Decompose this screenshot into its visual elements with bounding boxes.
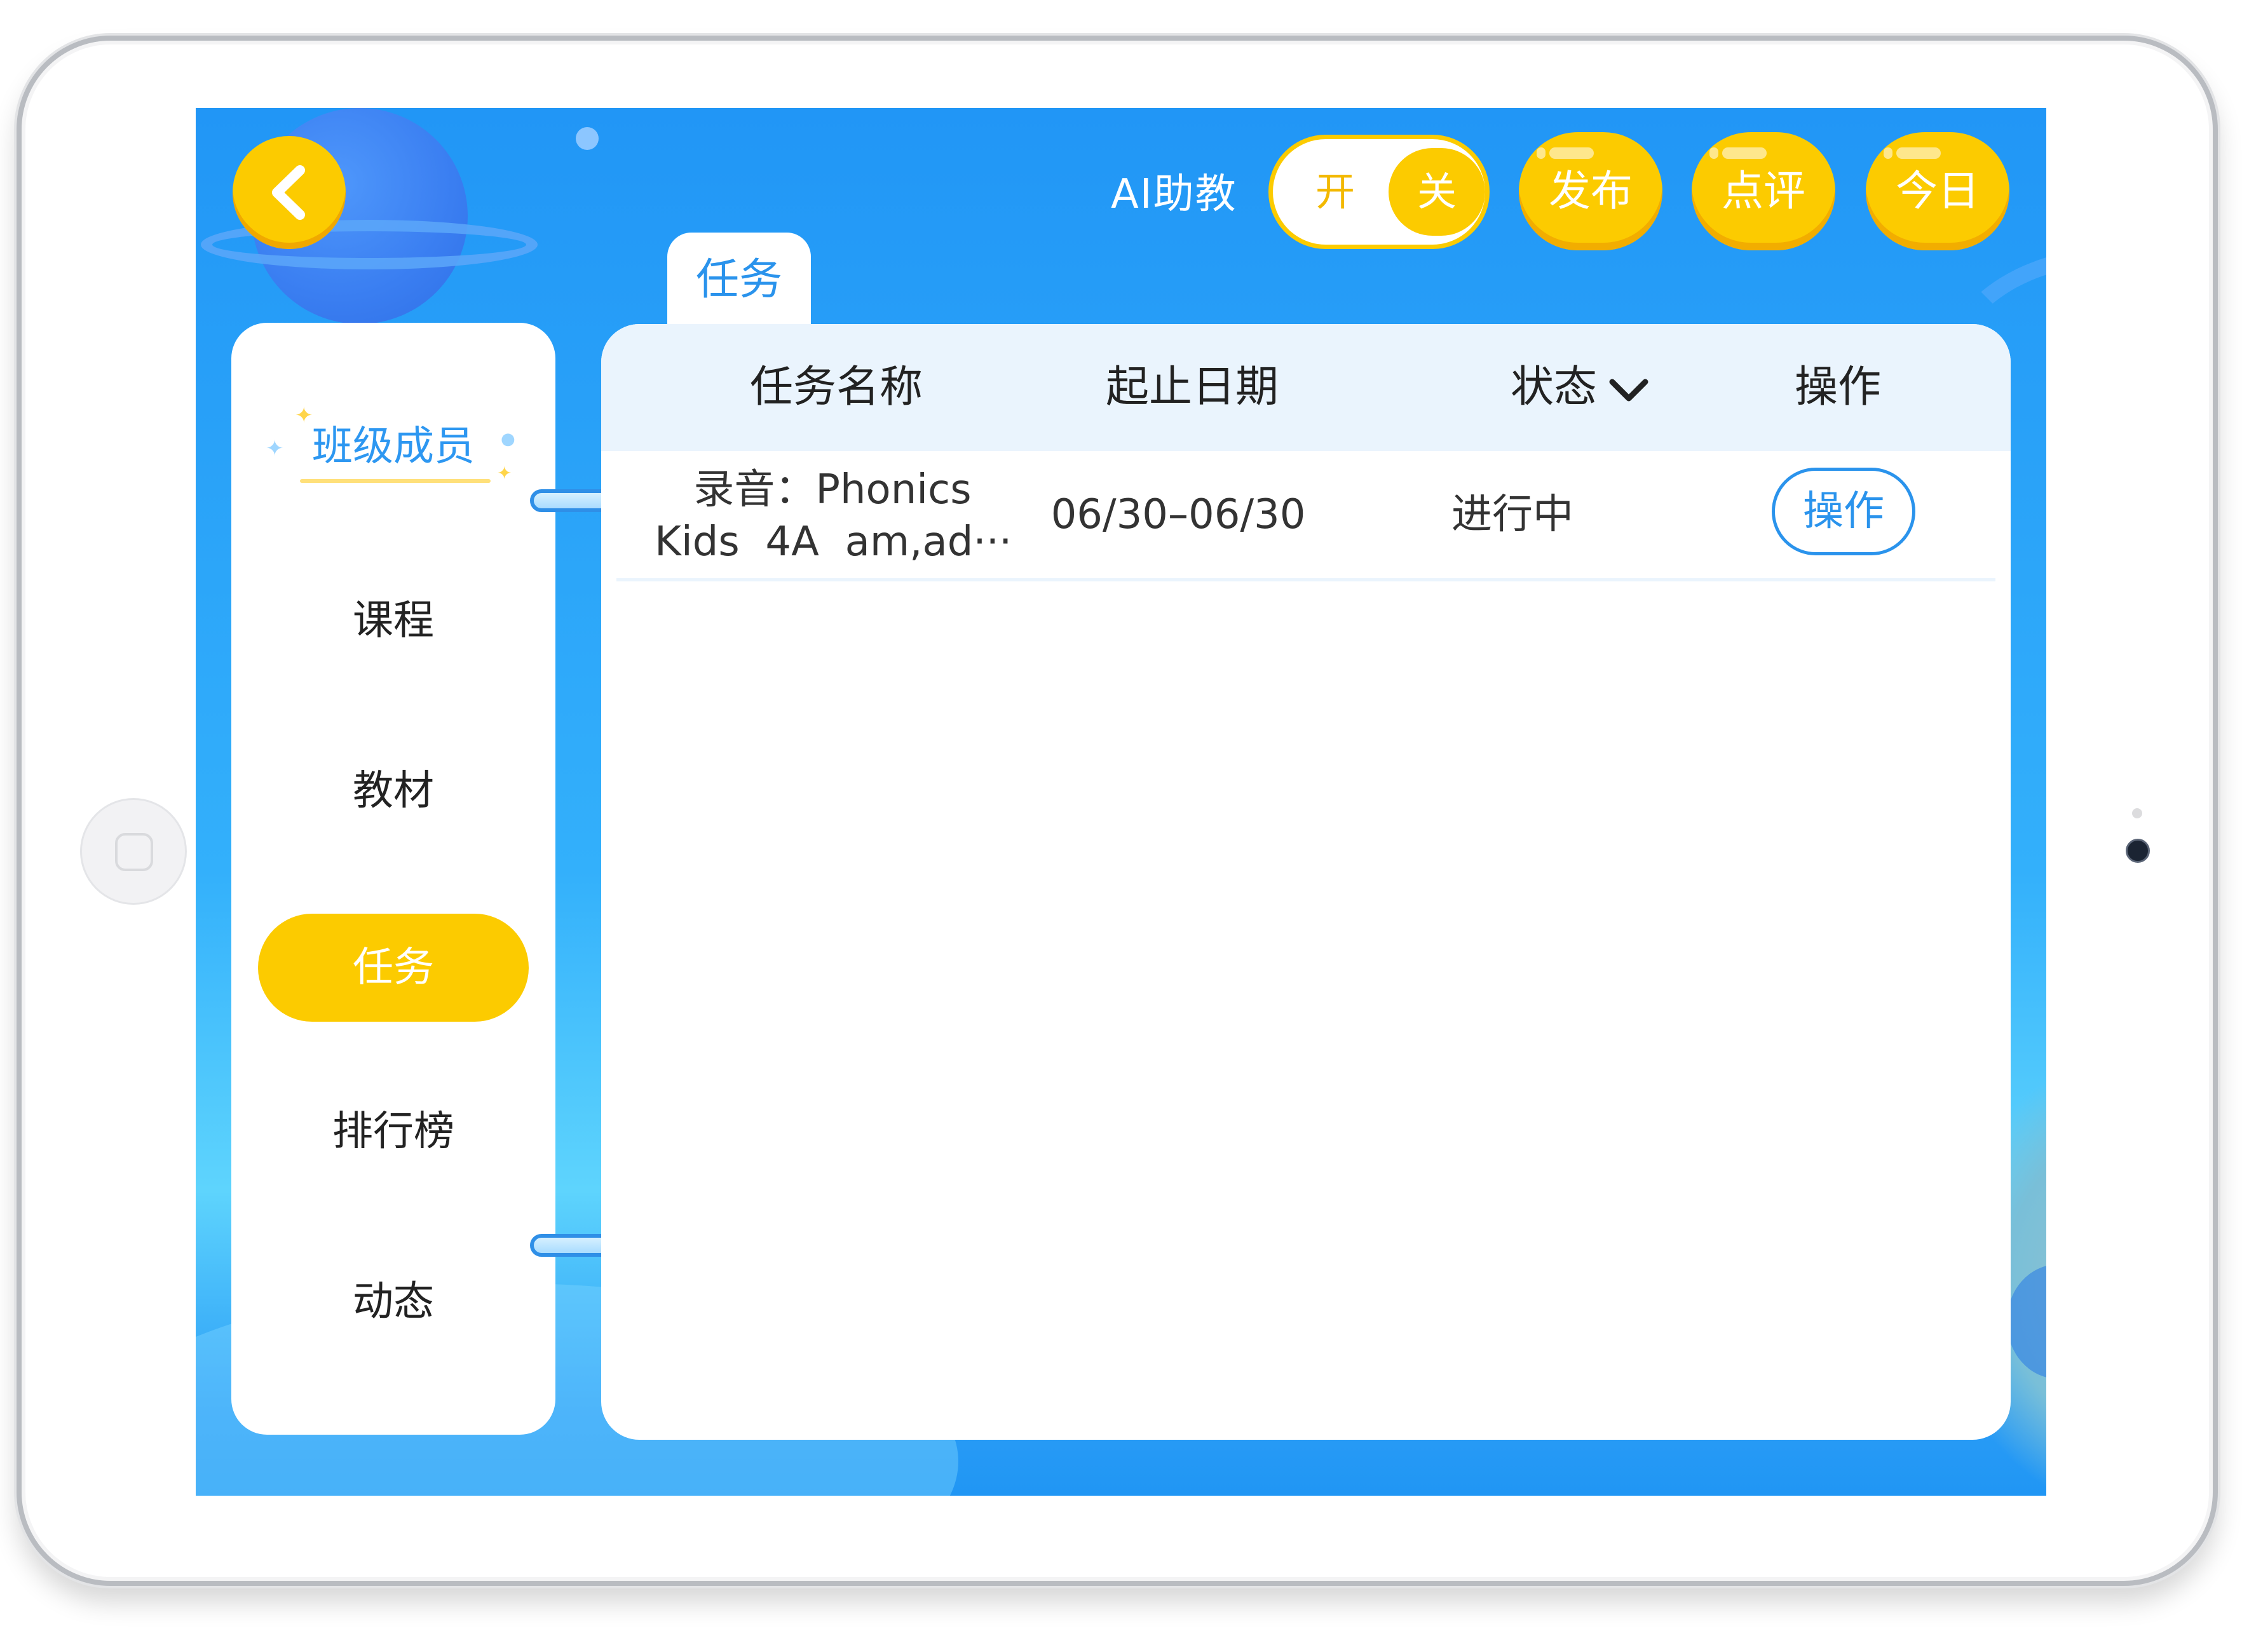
task-name-line2: Kids 4A am,ad···	[655, 518, 1010, 565]
chevron-left-icon	[272, 165, 305, 220]
ai-assistant-label: AI助教	[1111, 171, 1237, 218]
column-header-status[interactable]: 状态	[1465, 324, 1694, 451]
star-decoration	[576, 127, 599, 150]
sidebar-item-activity[interactable]: 动态	[231, 1248, 555, 1356]
column-header-status-label: 状态	[1510, 362, 1597, 412]
app-screen: AI助教 开 关 发布 点评 今日 任务 ✦ ✦ ● ✦ 班级成员 课程 教材 …	[196, 108, 2046, 1496]
toggle-on-option[interactable]: 开	[1297, 139, 1373, 245]
task-date-cell: 06/30–06/30	[1050, 491, 1306, 538]
task-status-cell: 进行中	[1451, 491, 1573, 538]
task-name-line1: 录音：Phonics	[693, 466, 972, 513]
toggle-off-option[interactable]: 关	[1389, 148, 1485, 236]
table-header: 任务名称 起止日期 状态 操作	[601, 324, 2011, 451]
sidebar: ✦ ✦ ● ✦ 班级成员 课程 教材 任务 排行榜 动态	[231, 323, 555, 1435]
task-name-cell: 录音：Phonics Kids 4A am,ad···	[655, 464, 1010, 565]
camera-icon	[2126, 839, 2150, 863]
chevron-down-icon[interactable]	[1608, 326, 1649, 453]
back-button[interactable]	[233, 136, 346, 249]
task-action-button[interactable]: 操作	[1772, 468, 1915, 555]
sidebar-item-tasks[interactable]: 任务	[258, 914, 529, 1022]
task-table-card: 任务名称 起止日期 状态 操作 录音：Phonics Kids 4A am,ad…	[601, 324, 2011, 1440]
today-button[interactable]: 今日	[1866, 132, 2009, 250]
tab-tasks[interactable]: 任务	[667, 233, 811, 328]
ai-assistant-toggle[interactable]: 开 关	[1268, 135, 1490, 249]
column-header-name: 任务名称	[749, 362, 923, 412]
sidebar-item-courses[interactable]: 课程	[231, 567, 555, 675]
sidebar-item-textbooks[interactable]: 教材	[231, 737, 555, 845]
review-button[interactable]: 点评	[1692, 132, 1835, 250]
column-header-date: 起止日期	[1105, 362, 1279, 412]
column-header-action: 操作	[1794, 362, 1881, 412]
publish-button[interactable]: 发布	[1519, 132, 1662, 250]
sidebar-item-class-members[interactable]: 班级成员	[231, 393, 555, 501]
home-button[interactable]	[80, 798, 187, 905]
sensor-dot	[2132, 808, 2142, 818]
sidebar-item-leaderboard[interactable]: 排行榜	[231, 1078, 555, 1186]
